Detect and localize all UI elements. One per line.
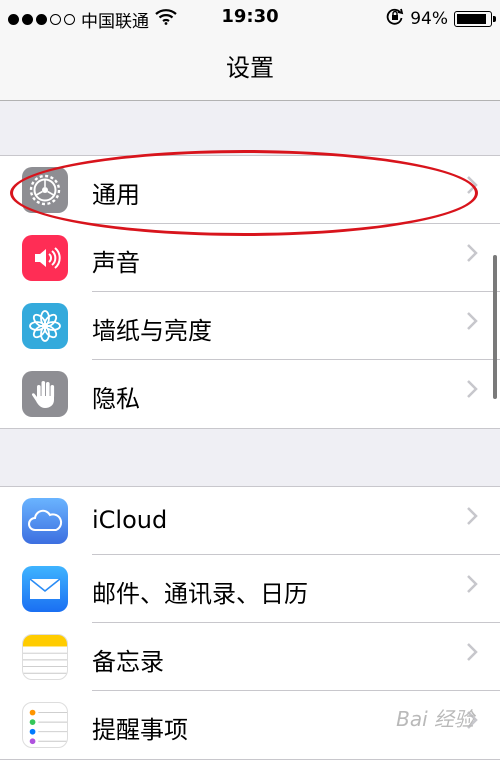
chevron-right-icon — [466, 243, 478, 267]
settings-row-icloud[interactable]: iCloud — [0, 487, 500, 555]
watermark: Bai 经验 — [396, 707, 474, 731]
rotation-lock-icon — [386, 7, 404, 30]
settings-row-wallpaper-brightness[interactable]: 墙纸与亮度 — [0, 292, 500, 360]
battery-icon — [454, 10, 496, 27]
cloud-icon — [22, 498, 68, 544]
notes-icon — [22, 634, 68, 680]
reminders-icon — [22, 702, 68, 748]
highlight-oval-annotation — [10, 150, 478, 236]
battery-percent: 94% — [410, 8, 448, 29]
row-label: iCloud — [92, 506, 168, 534]
mail-icon — [22, 566, 68, 612]
page-title: 设置 — [226, 54, 274, 82]
row-label: 声音 — [92, 249, 140, 277]
status-bar: 中国联通 19:30 94% — [0, 0, 500, 34]
navigation-bar: 设置 — [0, 34, 500, 101]
row-label: 邮件、通讯录、日历 — [92, 580, 308, 608]
chevron-right-icon — [466, 379, 478, 403]
scroll-indicator[interactable] — [493, 255, 497, 399]
chevron-right-icon — [466, 642, 478, 666]
chevron-right-icon — [466, 506, 478, 530]
settings-row-mail-contacts-calendars[interactable]: 邮件、通讯录、日历 — [0, 555, 500, 623]
row-label: 提醒事项 — [92, 716, 188, 744]
speaker-icon — [22, 235, 68, 281]
row-label: 墙纸与亮度 — [92, 317, 212, 345]
chevron-right-icon — [466, 311, 478, 335]
chevron-right-icon — [466, 574, 478, 598]
settings-row-privacy[interactable]: 隐私 — [0, 360, 500, 428]
status-right: 94% — [386, 7, 496, 30]
flower-icon — [22, 303, 68, 349]
hand-icon — [22, 371, 68, 417]
settings-row-notes[interactable]: 备忘录 — [0, 623, 500, 691]
row-label: 隐私 — [92, 385, 140, 413]
row-label: 备忘录 — [92, 648, 164, 676]
